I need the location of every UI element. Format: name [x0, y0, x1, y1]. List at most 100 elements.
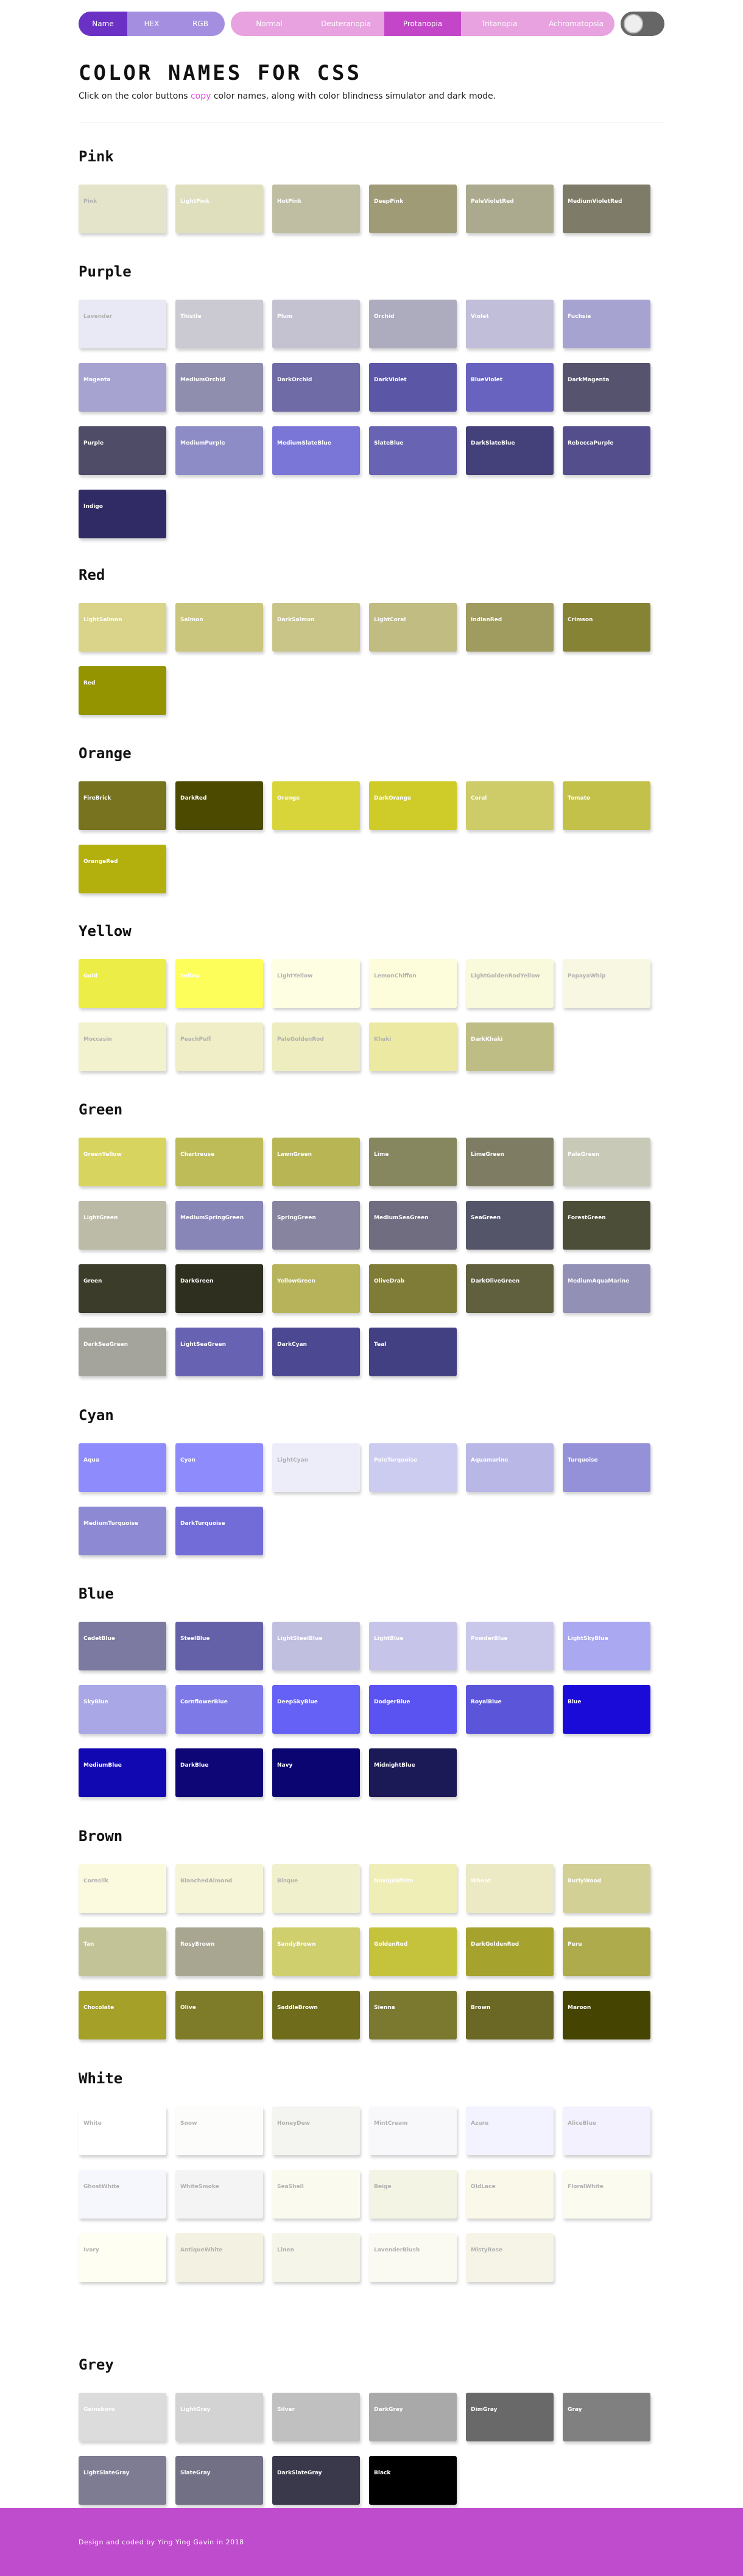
color-swatch-darkorange[interactable]: DarkOrange — [369, 781, 457, 830]
color-swatch-forestgreen[interactable]: ForestGreen — [563, 1201, 650, 1250]
color-swatch-darkolivegreen[interactable]: DarkOliveGreen — [466, 1264, 554, 1313]
color-swatch-lightslategray[interactable]: LightSlateGray — [79, 2456, 166, 2505]
color-swatch-chocolate[interactable]: Chocolate — [79, 1991, 166, 2039]
color-swatch-burlywood[interactable]: BurlyWood — [563, 1864, 650, 1913]
color-swatch-darkseagreen[interactable]: DarkSeaGreen — [79, 1328, 166, 1376]
color-swatch-violet[interactable]: Violet — [466, 300, 554, 348]
simulator-button-tritanopia[interactable]: Tritanopia — [461, 12, 538, 36]
color-swatch-yellowgreen[interactable]: YellowGreen — [272, 1264, 360, 1313]
color-swatch-mistyrose[interactable]: MistyRose — [466, 2233, 554, 2282]
color-swatch-royalblue[interactable]: RoyalBlue — [466, 1685, 554, 1734]
color-swatch-mediumblue[interactable]: MediumBlue — [79, 1748, 166, 1797]
color-swatch-gainsboro[interactable]: Gainsboro — [79, 2393, 166, 2441]
color-swatch-mediumaquamarine[interactable]: MediumAquaMarine — [563, 1264, 650, 1313]
color-swatch-blue[interactable]: Blue — [563, 1685, 650, 1734]
mode-button-hex[interactable]: HEX — [127, 12, 176, 36]
color-swatch-peru[interactable]: Peru — [563, 1927, 650, 1976]
color-swatch-skyblue[interactable]: SkyBlue — [79, 1685, 166, 1734]
color-swatch-thistle[interactable]: Thistle — [175, 300, 263, 348]
color-swatch-limegreen[interactable]: LimeGreen — [466, 1138, 554, 1186]
color-swatch-moccasin[interactable]: Moccasin — [79, 1022, 166, 1071]
simulator-button-achromatopsia[interactable]: Achromatopsia — [538, 12, 614, 36]
mode-button-rgb[interactable]: RGB — [176, 12, 225, 36]
color-swatch-darkturquoise[interactable]: DarkTurquoise — [175, 1507, 263, 1555]
dark-mode-toggle[interactable] — [621, 12, 664, 36]
color-swatch-lime[interactable]: Lime — [369, 1138, 457, 1186]
color-swatch-indianred[interactable]: IndianRed — [466, 603, 554, 652]
color-swatch-cyan[interactable]: Cyan — [175, 1443, 263, 1492]
color-swatch-mediumslateblue[interactable]: MediumSlateBlue — [272, 426, 360, 475]
color-swatch-blueviolet[interactable]: BlueViolet — [466, 363, 554, 412]
color-swatch-darkviolet[interactable]: DarkViolet — [369, 363, 457, 412]
color-swatch-darkred[interactable]: DarkRed — [175, 781, 263, 830]
color-swatch-linen[interactable]: Linen — [272, 2233, 360, 2282]
mode-button-name[interactable]: Name — [79, 12, 127, 36]
color-swatch-lightyellow[interactable]: LightYellow — [272, 959, 360, 1008]
color-swatch-lightgreen[interactable]: LightGreen — [79, 1201, 166, 1250]
color-swatch-goldenrod[interactable]: GoldenRod — [369, 1927, 457, 1976]
color-swatch-bisque[interactable]: Bisque — [272, 1864, 360, 1913]
color-swatch-palevioletred[interactable]: PaleVioletRed — [466, 185, 554, 233]
color-swatch-antiquewhite[interactable]: AntiqueWhite — [175, 2233, 263, 2282]
color-swatch-lightskyblue[interactable]: LightSkyBlue — [563, 1622, 650, 1670]
color-swatch-greenyellow[interactable]: GreenYellow — [79, 1138, 166, 1186]
color-swatch-black[interactable]: Black — [369, 2456, 457, 2505]
color-swatch-lightcyan[interactable]: LightCyan — [272, 1443, 360, 1492]
color-swatch-oldlace[interactable]: OldLace — [466, 2170, 554, 2219]
color-swatch-palegoldenrod[interactable]: PaleGoldenRod — [272, 1022, 360, 1071]
color-swatch-plum[interactable]: Plum — [272, 300, 360, 348]
color-swatch-papayawhip[interactable]: PapayaWhip — [563, 959, 650, 1008]
color-swatch-chartreuse[interactable]: Chartreuse — [175, 1138, 263, 1186]
color-swatch-tomato[interactable]: Tomato — [563, 781, 650, 830]
color-swatch-orchid[interactable]: Orchid — [369, 300, 457, 348]
color-swatch-orangered[interactable]: OrangeRed — [79, 845, 166, 893]
color-swatch-slateblue[interactable]: SlateBlue — [369, 426, 457, 475]
simulator-button-deuteranopia[interactable]: Deuteranopia — [308, 12, 384, 36]
color-swatch-purple[interactable]: Purple — [79, 426, 166, 475]
color-swatch-rosybrown[interactable]: RosyBrown — [175, 1927, 263, 1976]
color-swatch-khaki[interactable]: Khaki — [369, 1022, 457, 1071]
color-swatch-darkgreen[interactable]: DarkGreen — [175, 1264, 263, 1313]
color-swatch-mediumseagreen[interactable]: MediumSeaGreen — [369, 1201, 457, 1250]
color-swatch-peachpuff[interactable]: PeachPuff — [175, 1022, 263, 1071]
color-swatch-cadetblue[interactable]: CadetBlue — [79, 1622, 166, 1670]
color-swatch-olive[interactable]: Olive — [175, 1991, 263, 2039]
color-swatch-palegreen[interactable]: PaleGreen — [563, 1138, 650, 1186]
color-swatch-lightgoldenrodyellow[interactable]: LightGoldenRodYellow — [466, 959, 554, 1008]
color-swatch-ghostwhite[interactable]: GhostWhite — [79, 2170, 166, 2219]
color-swatch-azure[interactable]: Azure — [466, 2106, 554, 2155]
color-swatch-honeydew[interactable]: HoneyDew — [272, 2106, 360, 2155]
color-swatch-lavenderblush[interactable]: LavenderBlush — [369, 2233, 457, 2282]
color-swatch-lightgray[interactable]: LightGray — [175, 2393, 263, 2441]
color-swatch-lemonchiffon[interactable]: LemonChiffon — [369, 959, 457, 1008]
color-swatch-steelblue[interactable]: SteelBlue — [175, 1622, 263, 1670]
color-swatch-rebeccapurple[interactable]: RebeccaPurple — [563, 426, 650, 475]
color-swatch-indigo[interactable]: Indigo — [79, 490, 166, 538]
color-swatch-darkkhaki[interactable]: DarkKhaki — [466, 1022, 554, 1071]
color-swatch-wheat[interactable]: Wheat — [466, 1864, 554, 1913]
color-swatch-dimgray[interactable]: DimGray — [466, 2393, 554, 2441]
color-swatch-deepskyblue[interactable]: DeepSkyBlue — [272, 1685, 360, 1734]
color-swatch-red[interactable]: Red — [79, 666, 166, 715]
color-swatch-darkgoldenrod[interactable]: DarkGoldenRod — [466, 1927, 554, 1976]
color-swatch-darkmagenta[interactable]: DarkMagenta — [563, 363, 650, 412]
color-swatch-brown[interactable]: Brown — [466, 1991, 554, 2039]
color-swatch-mediumturquoise[interactable]: MediumTurquoise — [79, 1507, 166, 1555]
color-swatch-powderblue[interactable]: PowderBlue — [466, 1622, 554, 1670]
color-swatch-tan[interactable]: Tan — [79, 1927, 166, 1976]
color-swatch-firebrick[interactable]: FireBrick — [79, 781, 166, 830]
color-swatch-dodgerblue[interactable]: DodgerBlue — [369, 1685, 457, 1734]
color-swatch-gold[interactable]: Gold — [79, 959, 166, 1008]
color-swatch-beige[interactable]: Beige — [369, 2170, 457, 2219]
color-swatch-sandybrown[interactable]: SandyBrown — [272, 1927, 360, 1976]
color-swatch-blanchedalmond[interactable]: BlanchedAlmond — [175, 1864, 263, 1913]
color-swatch-white[interactable]: White — [79, 2106, 166, 2155]
color-swatch-fuchsia[interactable]: Fuchsia — [563, 300, 650, 348]
color-swatch-lavender[interactable]: Lavender — [79, 300, 166, 348]
color-swatch-darkgray[interactable]: DarkGray — [369, 2393, 457, 2441]
color-swatch-navajowhite[interactable]: NavajoWhite — [369, 1864, 457, 1913]
color-swatch-darkslateblue[interactable]: DarkSlateBlue — [466, 426, 554, 475]
color-swatch-lightsteelblue[interactable]: LightSteelBlue — [272, 1622, 360, 1670]
color-swatch-darksalmon[interactable]: DarkSalmon — [272, 603, 360, 652]
color-swatch-hotpink[interactable]: HotPink — [272, 185, 360, 233]
